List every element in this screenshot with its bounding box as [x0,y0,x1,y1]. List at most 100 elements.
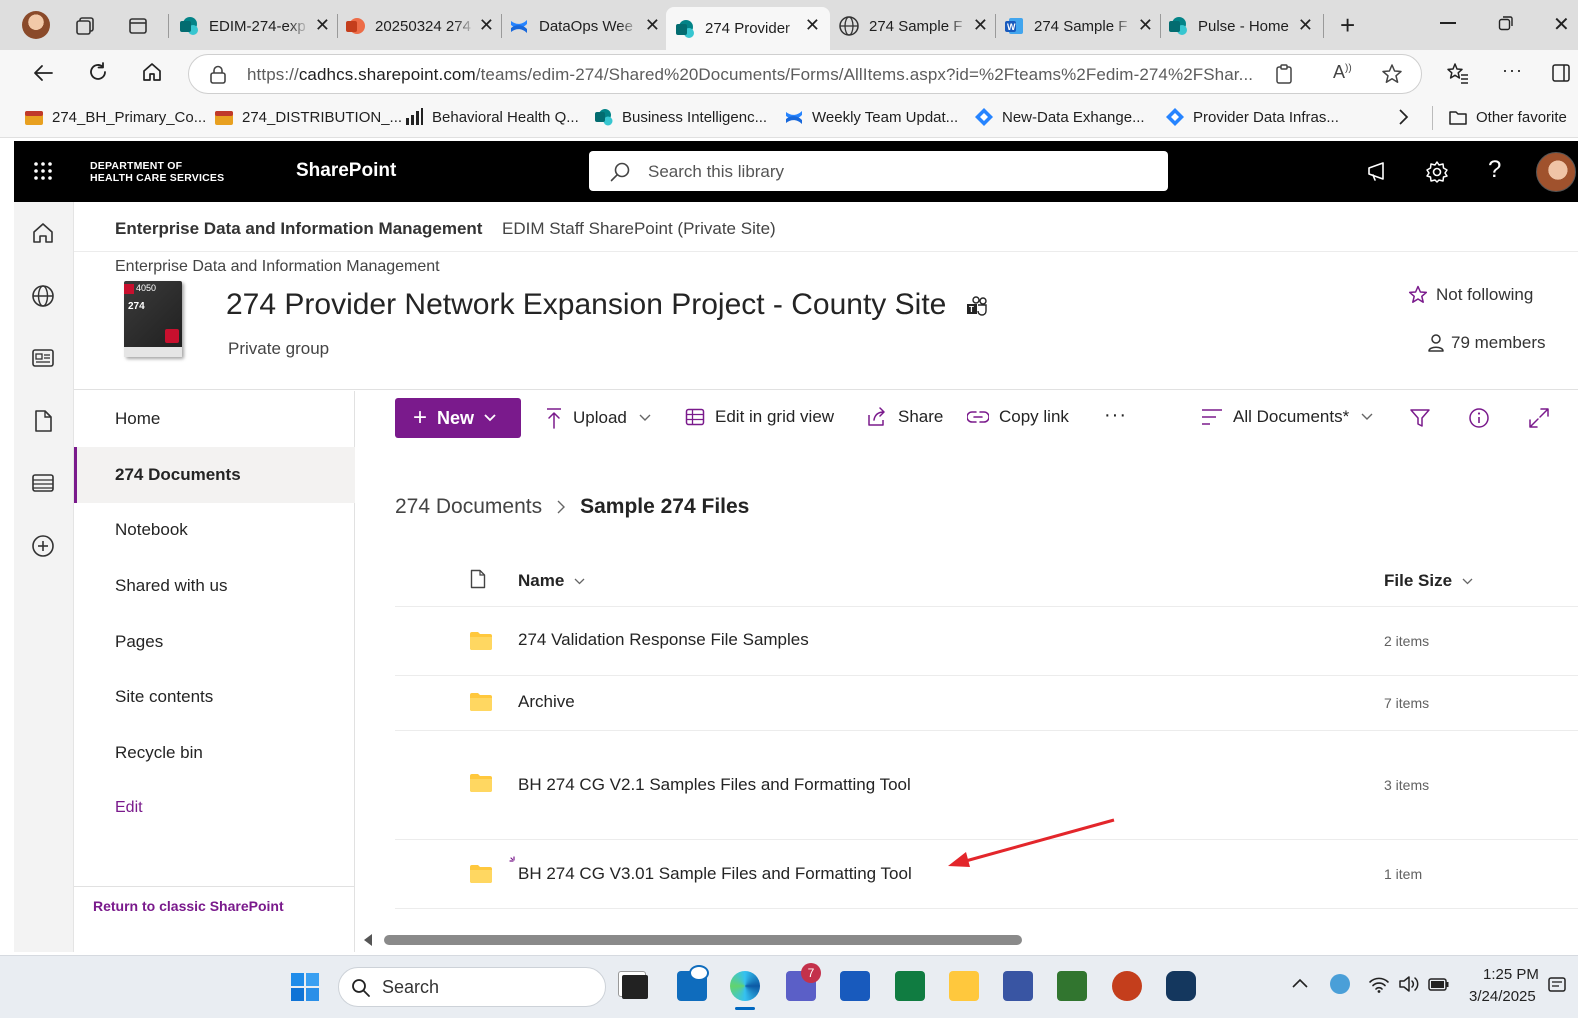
org-logo[interactable]: DEPARTMENT OF HEALTH CARE SERVICES [90,160,224,184]
network-status-icon[interactable] [1330,974,1350,994]
copy-link-button[interactable]: Copy link [967,407,1069,427]
profile-avatar[interactable] [22,11,50,39]
info-icon[interactable] [1468,407,1500,429]
favorite-behavioral-health[interactable]: Behavioral Health Q... [404,107,579,127]
more-icon[interactable]: ··· [1502,60,1523,81]
lists-icon[interactable] [30,470,56,496]
nav-edit[interactable]: Edit [74,780,355,836]
nav-recycle-bin[interactable]: Recycle bin [74,725,355,781]
close-icon[interactable]: ✕ [645,15,660,36]
favorite-new-data-exchange[interactable]: New-Data Exhange... [974,107,1145,127]
upload-button[interactable]: Upload [545,407,661,429]
nav-home[interactable]: Home [74,391,355,447]
nav-pages[interactable]: Pages [74,614,355,670]
horizontal-scrollbar[interactable] [362,932,1578,948]
share-button[interactable]: Share [866,407,943,427]
column-header-name[interactable]: Name [518,571,585,591]
tab-274-sample-word[interactable]: W 274 Sample F ✕ [1003,7,1159,45]
teams-icon[interactable]: T [966,296,990,318]
tab-edim-274[interactable]: EDIM-274-exp ✕ [178,7,336,45]
chevron-up-icon[interactable] [1292,978,1308,988]
favorite-weekly-team-update[interactable]: Weekly Team Updat... [784,107,958,127]
app-launcher-icon[interactable] [33,161,53,181]
chevron-right-icon[interactable] [1396,108,1410,126]
globe-icon[interactable] [30,283,56,309]
settings-gear-icon[interactable] [1425,160,1449,184]
close-window-button[interactable]: ✕ [1553,12,1570,37]
edge-icon[interactable] [730,971,760,1001]
close-icon[interactable]: ✕ [805,15,820,36]
file-name[interactable]: 274 Validation Response File Samples [518,630,809,650]
news-icon[interactable] [30,345,56,371]
tab-actions-icon[interactable] [128,16,148,36]
outlook-icon[interactable] [677,965,709,1001]
favorite-274-distribution[interactable]: 274_DISTRIBUTION_... [214,107,402,127]
file-name[interactable]: BH 274 CG V2.1 Samples Files and Formatt… [518,775,911,795]
word-icon[interactable] [840,971,870,1001]
view-switcher[interactable]: All Documents* [1201,407,1383,427]
back-icon[interactable] [32,62,54,84]
favorite-provider-data-infra[interactable]: Provider Data Infras... [1165,107,1339,127]
taskbar-search[interactable]: Search [338,967,606,1007]
file-explorer-icon[interactable] [949,971,979,1001]
more-commands-icon[interactable]: ··· [1104,404,1127,427]
url-field[interactable]: https://cadhcs.sharepoint.com/teams/edim… [188,54,1422,94]
battery-icon[interactable] [1428,976,1450,992]
home-icon[interactable] [30,220,56,246]
document-icon[interactable] [30,408,56,434]
create-plus-icon[interactable] [30,533,56,559]
hub-name[interactable]: Enterprise Data and Information Manageme… [115,219,482,239]
workspaces-icon[interactable] [75,15,97,37]
return-classic-link[interactable]: Return to classic SharePoint [93,898,284,914]
nav-shared-with-us[interactable]: Shared with us [74,558,355,614]
list-item[interactable]: Archive 7 items [395,676,1578,730]
start-icon[interactable] [290,972,320,1002]
scrollbar-thumb[interactable] [384,935,1022,945]
clock-time[interactable]: 1:25 PM [1483,966,1539,983]
new-tab-button[interactable]: + [1340,12,1355,38]
close-icon[interactable]: ✕ [315,15,330,36]
favorites-icon[interactable] [1446,62,1470,84]
favorite-star-icon[interactable] [1381,63,1403,85]
sidebar-toggle-icon[interactable] [1552,64,1570,82]
tab-274-sample-web[interactable]: 274 Sample F ✕ [838,7,994,45]
list-item[interactable]: 274 Validation Response File Samples 2 i… [395,607,1578,675]
refresh-icon[interactable] [87,61,109,83]
volume-icon[interactable] [1398,974,1420,994]
site-logo[interactable]: 4050 274 [120,281,186,359]
feedback-megaphone-icon[interactable] [1366,160,1390,182]
file-name[interactable]: Archive [518,692,575,712]
help-icon[interactable]: ? [1488,156,1501,184]
webex-icon[interactable] [1166,971,1196,1001]
parent-site-name[interactable]: Enterprise Data and Information Manageme… [115,258,440,276]
minimize-button[interactable] [1440,22,1456,24]
excel-icon[interactable] [895,971,925,1001]
nav-274-documents[interactable]: 274 Documents [74,447,355,503]
filter-icon[interactable] [1409,407,1441,429]
scroll-left-icon[interactable] [364,934,372,946]
tab-274-provider[interactable]: 274 Provider ✕ [666,7,830,50]
user-avatar[interactable] [1536,152,1576,192]
close-icon[interactable]: ✕ [1138,15,1153,36]
nav-notebook[interactable]: Notebook [74,502,355,558]
new-button[interactable]: + New [395,398,521,438]
restore-button[interactable] [1498,15,1514,31]
nav-site-contents[interactable]: Site contents [74,669,355,725]
tab-dataops[interactable]: DataOps Wee ✕ [508,7,666,45]
members-button[interactable]: 79 members [1427,333,1545,353]
powerpoint-icon[interactable] [1112,971,1142,1001]
task-view-icon[interactable] [622,975,648,999]
close-icon[interactable]: ✕ [479,15,494,36]
hub-link[interactable]: EDIM Staff SharePoint (Private Site) [502,219,776,239]
edit-grid-button[interactable]: Edit in grid view [685,407,834,427]
tab-pulse-home[interactable]: Pulse - Home ✕ [1167,7,1319,45]
visio-icon[interactable] [1003,971,1033,1001]
app-name[interactable]: SharePoint [296,160,396,182]
read-aloud-icon[interactable]: A)) [1333,62,1352,83]
file-type-icon[interactable] [470,569,486,589]
column-header-file-size[interactable]: File Size [1384,571,1473,591]
follow-button[interactable]: Not following [1408,285,1533,305]
close-icon[interactable]: ✕ [973,15,988,36]
teams-icon[interactable]: 7 [786,963,821,1001]
lock-icon[interactable] [209,65,227,85]
